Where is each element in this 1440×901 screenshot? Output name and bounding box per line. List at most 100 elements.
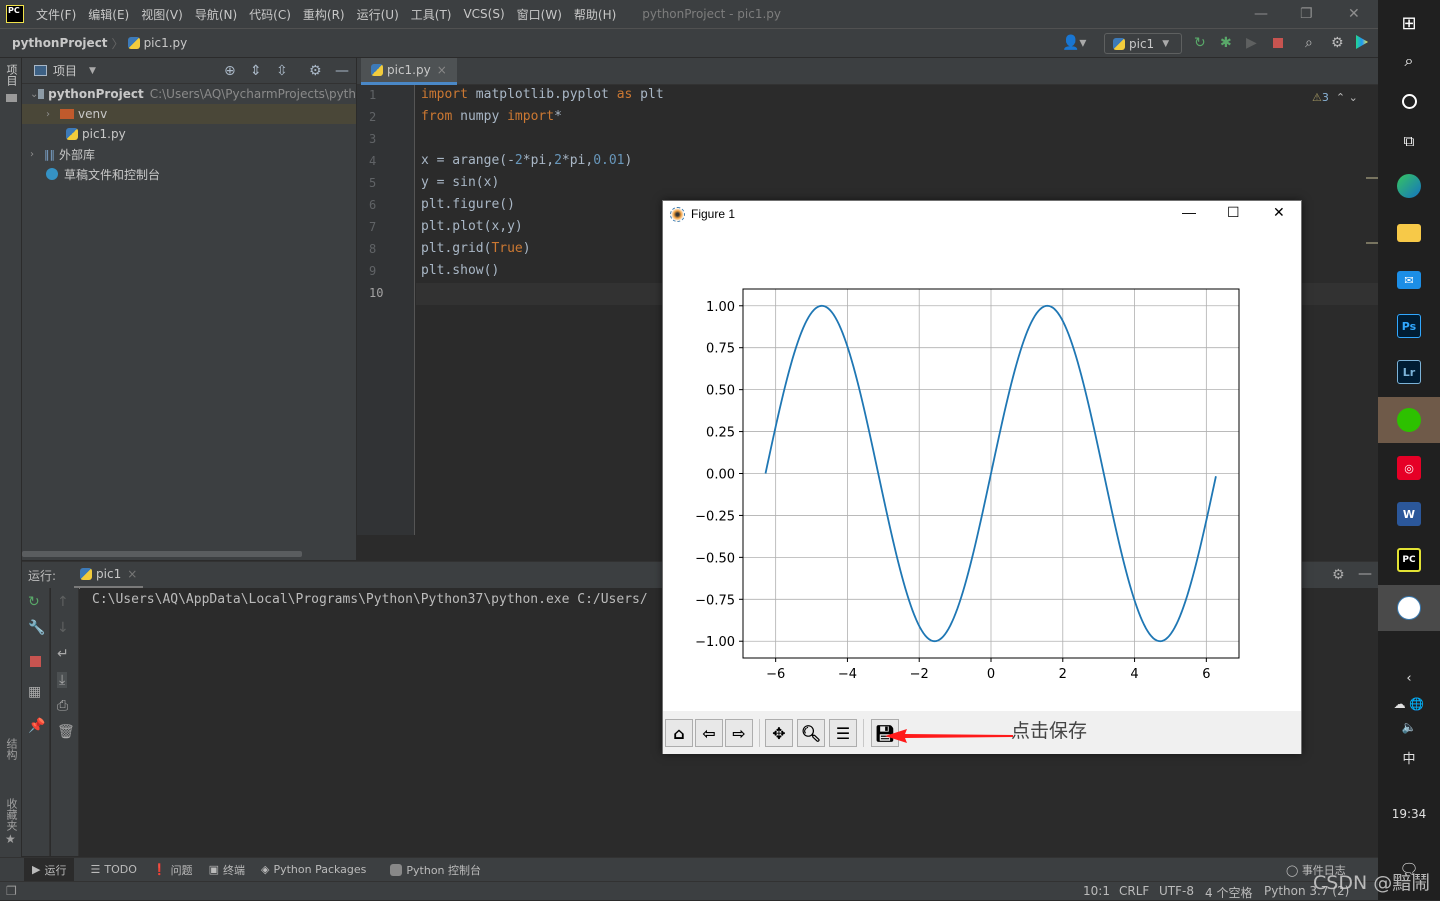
maximize-button[interactable]: ☐ [1227,204,1240,221]
project-view-select[interactable]: 项目 [53,62,77,79]
code-with-me-icon[interactable] [1356,35,1368,49]
line-number: 4 [369,154,377,168]
forward-button[interactable]: ⇨ [725,719,753,747]
home-button[interactable]: ⌂ [665,719,693,747]
taskbar-mail[interactable]: ✉ [1378,257,1440,303]
tool-tab-python-console[interactable]: Python 控制台 [390,862,481,878]
caret-position[interactable]: 10:1 [1083,884,1110,898]
matplotlib-icon [1397,596,1421,620]
close-button[interactable]: ✕ [1273,204,1285,221]
scratches-icon [46,168,58,180]
menu-help[interactable]: 帮助(H) [574,6,616,23]
tool-tab-terminal[interactable]: ▣ 终端 [209,862,245,878]
indent-setting[interactable]: 4 个空格 [1205,884,1252,901]
horizontal-scrollbar[interactable] [22,551,302,557]
onedrive-and-network-icons[interactable]: ☁ 🌐 [1378,697,1440,711]
tree-item-scratches[interactable]: 草稿文件和控制台 [22,164,356,184]
configure-subplots-button[interactable]: ☰ [829,719,857,747]
stop-icon[interactable] [1273,38,1283,48]
task-view-button[interactable]: ⧉ [1378,118,1440,164]
zoom-button[interactable]: 🔍︎ [797,719,825,747]
menu-view[interactable]: 视图(V) [141,6,183,23]
back-button[interactable]: ⇦ [695,719,723,747]
search-icon[interactable]: ⌕ [1305,36,1313,50]
run-configuration-select[interactable]: pic1 ▼ [1104,33,1182,54]
tool-tab-problems[interactable]: ❗ 问题 [153,862,193,878]
taskbar-file-explorer[interactable] [1378,210,1440,256]
taskbar-photoshop[interactable]: Ps [1378,303,1440,349]
close-tab-icon[interactable]: × [437,63,447,77]
tool-tab-todo[interactable]: ☰ TODO [90,863,136,876]
rerun-icon[interactable]: ↻ [1194,36,1206,50]
taskbar-word[interactable]: W [1378,491,1440,537]
menu-refactor[interactable]: 重构(R) [303,6,345,23]
arrow-up-icon[interactable]: ↑ [57,594,69,610]
menu-file[interactable]: 文件(F) [36,6,76,23]
debug-icon[interactable]: ✱ [1220,36,1232,50]
list-icon: ☰ [90,863,101,876]
trash-icon[interactable]: 🗑 [57,724,75,740]
ime-indicator[interactable]: 中 [1378,748,1440,767]
line-separator[interactable]: CRLF [1119,884,1149,898]
taskbar-matplotlib-figure[interactable] [1378,585,1440,631]
minimize-button[interactable]: — [1182,204,1196,220]
close-tab-icon[interactable]: × [127,567,137,581]
tool-tab-run[interactable]: ▶ 运行 [24,857,75,882]
taskbar-edge[interactable] [1378,163,1440,209]
settings-gear-icon[interactable]: ⚙ [1331,36,1344,50]
structure-tool-tab[interactable]: 结构 [3,738,19,760]
editor-tab-pic1[interactable]: pic1.py × [361,58,457,85]
show-hidden-icons-button[interactable]: ‹ [1378,671,1440,686]
tree-item-project[interactable]: ⌄ pythonProject C:\Users\AQ\PycharmProje… [22,84,356,104]
hide-panel-icon[interactable]: — [335,63,349,79]
project-tool-tab[interactable]: 项目 [3,64,19,86]
run-tab-pic1[interactable]: pic1 × [74,562,144,589]
menu-navigate[interactable]: 导航(N) [195,6,237,23]
attach-icon[interactable]: ▶ [1246,36,1257,50]
taskbar-netease-music[interactable]: ◎ [1378,445,1440,491]
layout-icon[interactable]: ▦ [28,684,41,700]
wrench-icon[interactable]: 🔧 [28,620,45,636]
toggle-tool-windows-icon[interactable]: ❐ [6,884,17,898]
menu-run[interactable]: 运行(U) [357,6,399,23]
arrow-down-icon[interactable]: ↓ [57,620,69,636]
favorites-tool-tab[interactable]: 收藏夹 [3,798,19,831]
menu-edit[interactable]: 编辑(E) [88,6,129,23]
settings-gear-icon[interactable]: ⚙ [1332,567,1345,583]
taskbar-lightroom[interactable]: Lr [1378,349,1440,395]
menu-window[interactable]: 窗口(W) [517,6,562,23]
menu-vcs[interactable]: VCS(S) [463,7,504,21]
breadcrumb-project[interactable]: pythonProject [12,36,108,50]
file-encoding[interactable]: UTF-8 [1159,884,1194,898]
soft-wrap-icon[interactable]: ↵ [57,646,69,662]
stop-icon[interactable] [30,656,41,667]
inspection-widget[interactable]: ⚠3 ⌃ ⌄ [1312,91,1358,104]
tree-item-external-libraries[interactable]: › ‖‖ 外部库 [22,144,356,164]
expand-all-icon[interactable]: ⇕ [250,63,262,79]
chevron-down-icon[interactable]: ▼ [89,66,96,76]
tree-item-pic1[interactable]: pic1.py [22,124,356,144]
close-button[interactable]: ✕ [1348,6,1360,22]
tool-tab-python-packages[interactable]: ◈ Python Packages [261,863,366,876]
settings-gear-icon[interactable]: ⚙ [309,63,322,79]
plot-canvas[interactable]: −6 −4 −2 0 2 4 6 1.00 0.75 0.50 0.25 0.00 −0.25 −0.50… [663,231,1301,711]
scroll-to-end-icon[interactable]: ⤓ [57,672,68,688]
hide-panel-icon[interactable]: — [1358,566,1372,582]
user-vcs-icon[interactable]: 👤▾ [1062,36,1086,50]
taskbar-pycharm[interactable]: PC [1378,537,1440,583]
collapse-all-icon[interactable]: ⇳ [276,63,288,79]
pan-button[interactable]: ✥ [765,719,793,747]
menu-tools[interactable]: 工具(T) [411,6,452,23]
taskbar-wechat[interactable] [1378,397,1440,443]
clock[interactable]: 19:34 [1378,807,1440,821]
rerun-icon[interactable]: ↻ [28,594,40,610]
tree-item-venv[interactable]: › venv [22,104,356,124]
volume-icon[interactable]: 🔈 [1378,720,1440,734]
print-icon[interactable]: ⎙ [57,698,68,714]
menu-code[interactable]: 代码(C) [249,6,291,23]
minimize-button[interactable]: — [1254,6,1268,22]
locate-icon[interactable]: ⊕ [224,63,236,79]
breadcrumb-file[interactable]: pic1.py [144,36,188,50]
restore-button[interactable]: ❐ [1300,6,1313,22]
pin-icon[interactable]: 📌 [28,718,45,734]
